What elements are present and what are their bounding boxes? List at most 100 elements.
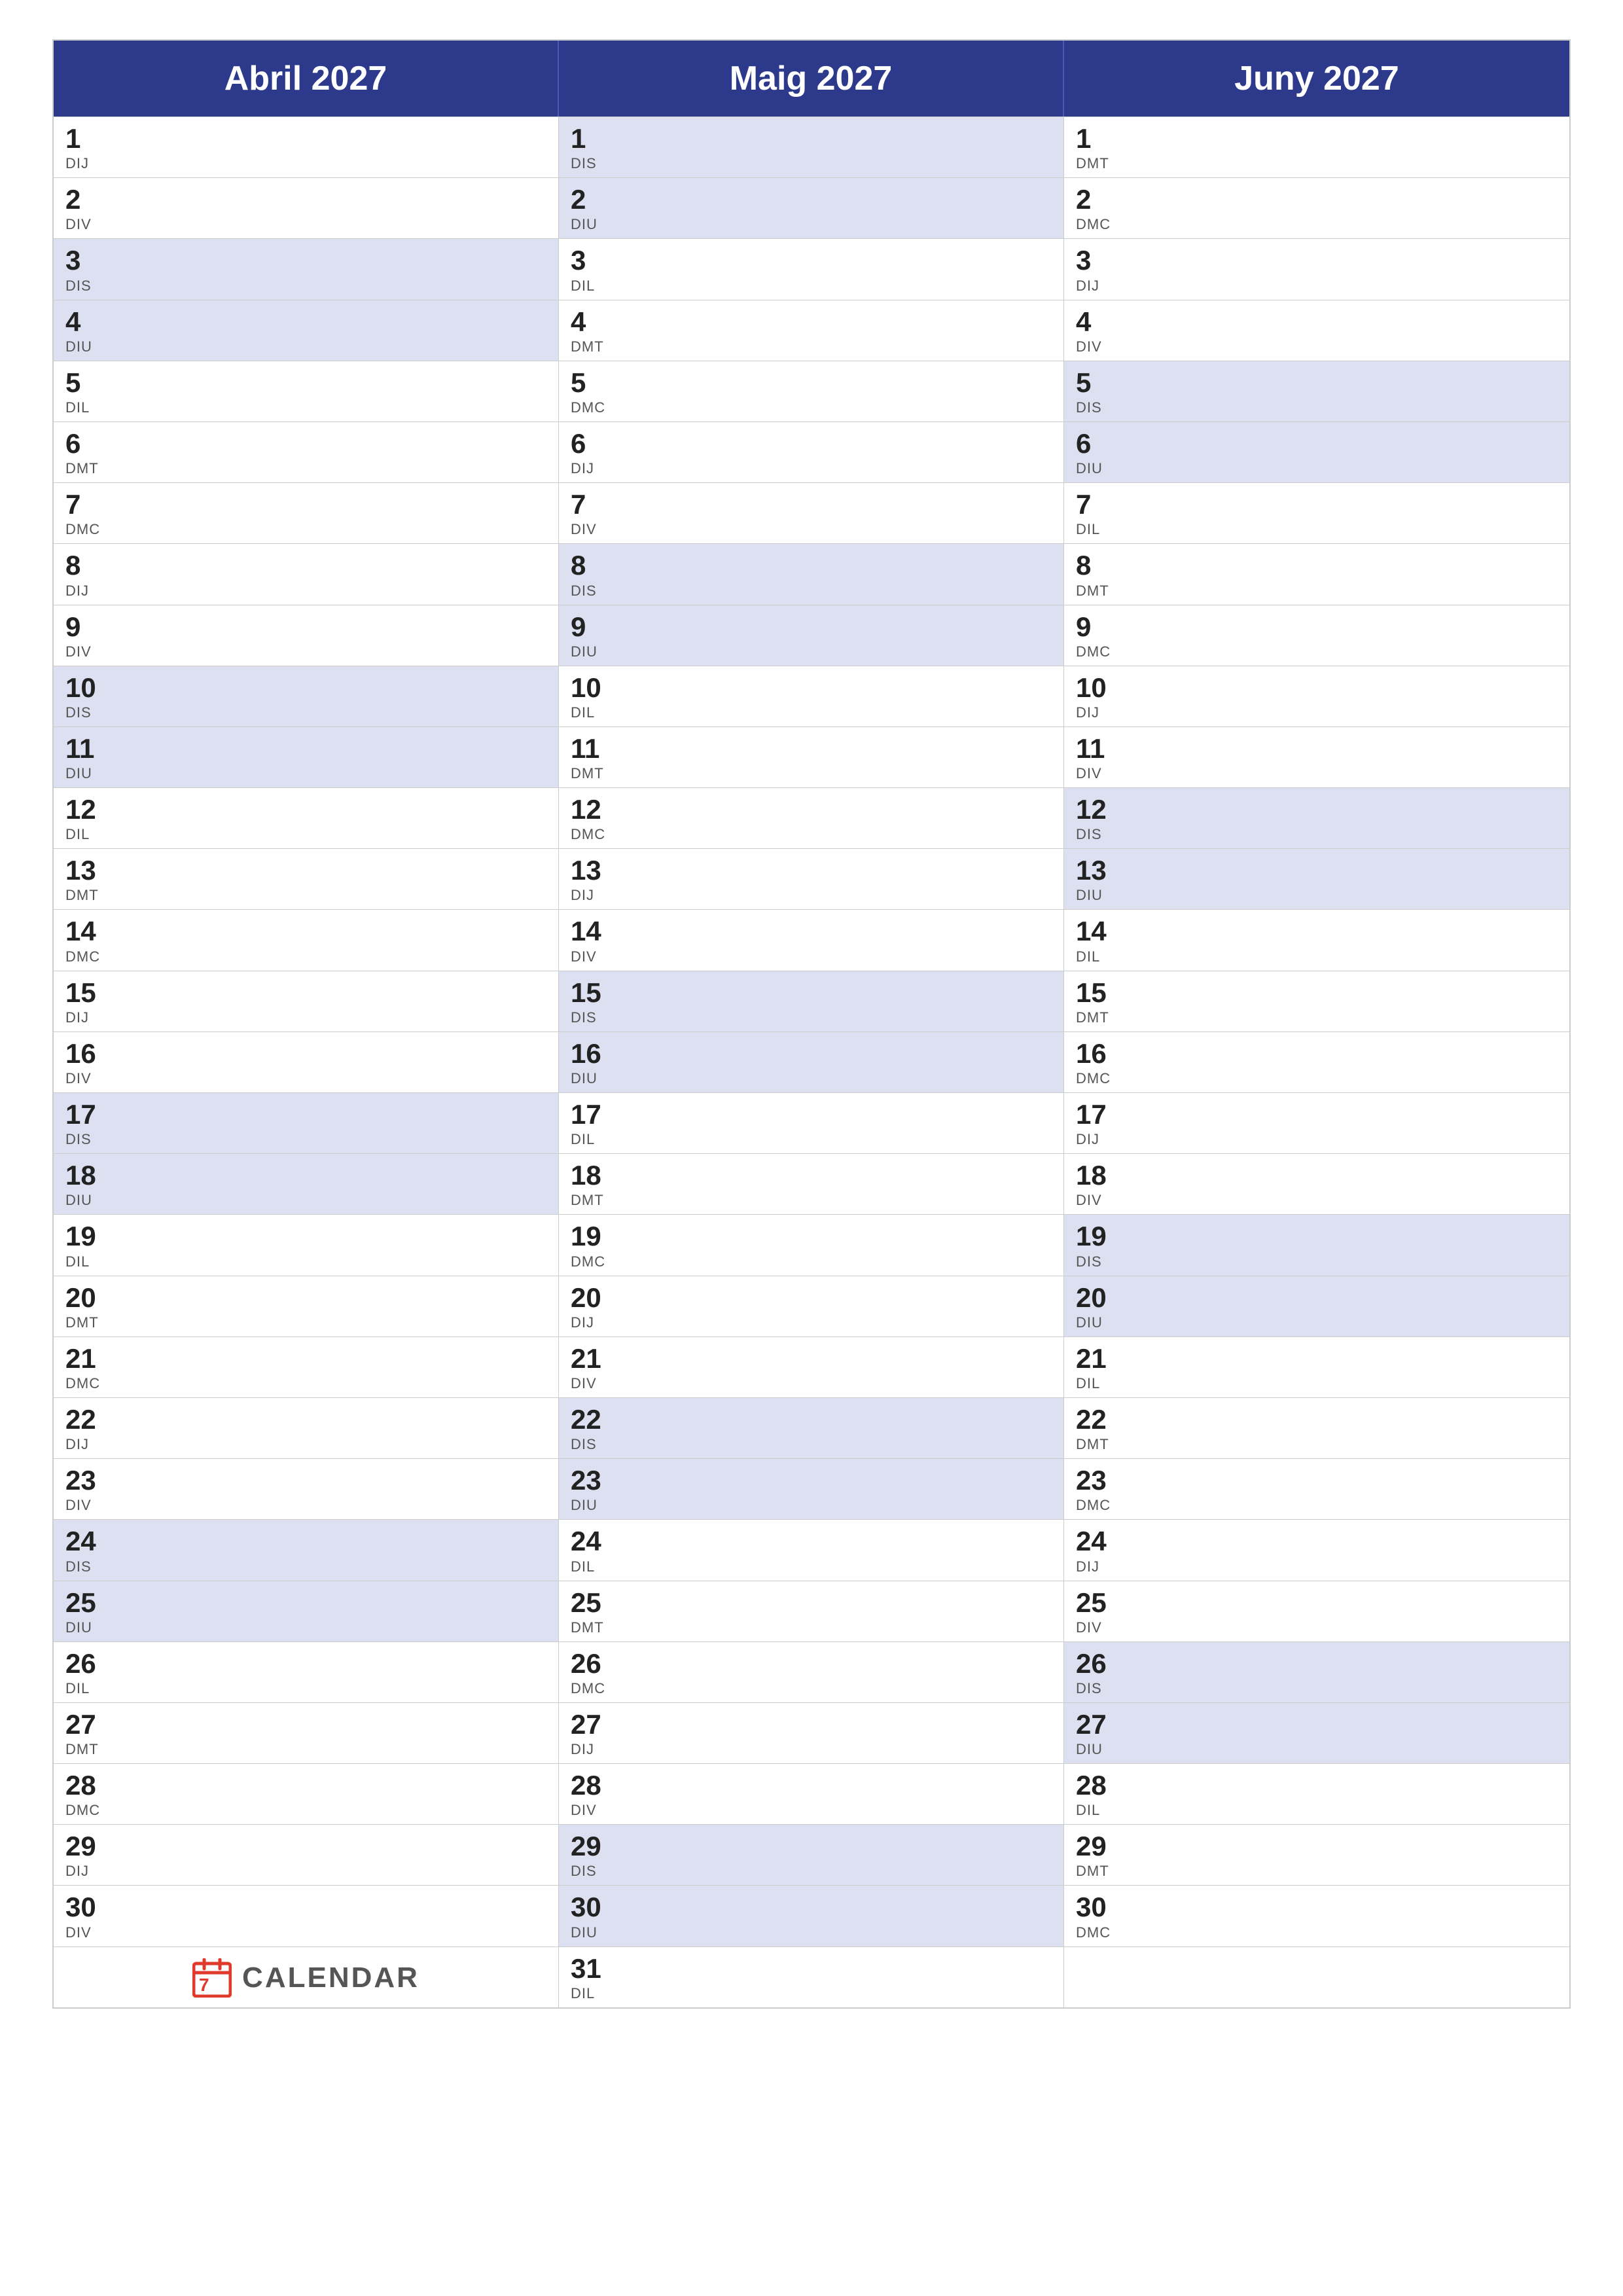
day-number: 5: [571, 368, 1052, 398]
day-label: DIU: [1076, 1741, 1558, 1758]
day-number: 19: [1076, 1221, 1558, 1251]
day-label: DMT: [65, 1741, 546, 1758]
day-label: DMT: [1076, 155, 1558, 172]
day-number: 2: [1076, 185, 1558, 215]
day-cell: 9DIV: [54, 605, 559, 666]
day-label: DMC: [1076, 643, 1558, 660]
day-cell: 16DMC: [1064, 1031, 1569, 1092]
day-cell: 17DIL: [559, 1092, 1064, 1153]
day-label: DIU: [1076, 460, 1558, 477]
day-number: 29: [1076, 1831, 1558, 1861]
day-cell: 30DMC: [1064, 1885, 1569, 1946]
day-cell: 20DMT: [54, 1276, 559, 1336]
day-cell: 28DIV: [559, 1763, 1064, 1824]
day-number: 13: [1076, 855, 1558, 886]
day-label: DIL: [571, 704, 1052, 721]
day-number: 27: [1076, 1710, 1558, 1740]
day-label: DMC: [1076, 1924, 1558, 1941]
day-number: 21: [571, 1344, 1052, 1374]
day-cell: 12DIL: [54, 787, 559, 848]
day-cell: 21DIV: [559, 1336, 1064, 1397]
day-label: DIV: [571, 948, 1052, 965]
day-cell: 23DIV: [54, 1458, 559, 1519]
day-label: DMC: [65, 948, 546, 965]
day-label: DMT: [571, 1192, 1052, 1209]
day-cell: 18DIV: [1064, 1153, 1569, 1214]
day-cell: 5DIL: [54, 361, 559, 422]
day-number: 30: [65, 1892, 546, 1922]
day-number: 22: [571, 1405, 1052, 1435]
day-number: 29: [65, 1831, 546, 1861]
day-cell: 7DIV: [559, 482, 1064, 543]
day-cell: 6DIU: [1064, 422, 1569, 482]
day-label: DMT: [65, 460, 546, 477]
day-label: DIL: [65, 399, 546, 416]
day-number: 3: [65, 245, 546, 276]
day-cell: 2DIU: [559, 177, 1064, 238]
day-cell: 27DIJ: [559, 1702, 1064, 1763]
day-cell: 10DIJ: [1064, 666, 1569, 726]
day-number: 21: [1076, 1344, 1558, 1374]
day-number: 28: [65, 1770, 546, 1801]
day-cell: 12DIS: [1064, 787, 1569, 848]
day-number: 10: [571, 673, 1052, 703]
day-number: 17: [65, 1100, 546, 1130]
day-label: DIV: [65, 1497, 546, 1514]
day-label: DMC: [65, 1802, 546, 1819]
day-cell: 21DIL: [1064, 1336, 1569, 1397]
day-cell: 10DIS: [54, 666, 559, 726]
month-header-april: Abril 2027: [54, 41, 559, 117]
day-label: DIL: [1076, 1375, 1558, 1392]
day-number: 12: [65, 795, 546, 825]
day-number: 24: [571, 1526, 1052, 1556]
day-cell: 26DIS: [1064, 1641, 1569, 1702]
day-label: DMT: [65, 1314, 546, 1331]
day-cell: 8DIJ: [54, 543, 559, 604]
days-grid: 1DIJ1DIS1DMT2DIV2DIU2DMC3DIS3DIL3DIJ4DIU…: [54, 117, 1569, 1946]
day-number: 28: [1076, 1770, 1558, 1801]
day-label: DIV: [1076, 765, 1558, 782]
day-label: DMT: [571, 338, 1052, 355]
day-label: DIJ: [571, 1741, 1052, 1758]
day-cell: 7DIL: [1064, 482, 1569, 543]
day-label: DIS: [65, 1558, 546, 1575]
day-label: DMT: [1076, 1009, 1558, 1026]
day-cell: 14DMC: [54, 909, 559, 970]
day-cell: 26DMC: [559, 1641, 1064, 1702]
day-number: 18: [571, 1160, 1052, 1191]
day-number: 28: [571, 1770, 1052, 1801]
calendar-icon: 7: [192, 1958, 232, 1998]
day-number: 9: [1076, 612, 1558, 642]
day-label: DIL: [1076, 521, 1558, 538]
day-cell: 2DMC: [1064, 177, 1569, 238]
day-label: DIS: [1076, 399, 1558, 416]
day-number: 24: [1076, 1526, 1558, 1556]
day-label: DIL: [571, 1558, 1052, 1575]
day-cell: 4DIV: [1064, 300, 1569, 361]
day-number: 13: [571, 855, 1052, 886]
day-label: DIL: [1076, 948, 1558, 965]
day-cell: 30DIU: [559, 1885, 1064, 1946]
day-cell: 30DIV: [54, 1885, 559, 1946]
day-label: DIS: [571, 1863, 1052, 1880]
day-number: 20: [571, 1283, 1052, 1313]
day-number: 1: [571, 124, 1052, 154]
day-number: 3: [1076, 245, 1558, 276]
day-cell: 24 DIL: [559, 1519, 1064, 1580]
day-number: 18: [1076, 1160, 1558, 1191]
day-number: 17: [571, 1100, 1052, 1130]
day-cell: 8DMT: [1064, 543, 1569, 604]
day-number: 12: [1076, 795, 1558, 825]
day-label: DIS: [1076, 1680, 1558, 1697]
day-label: DIV: [65, 643, 546, 660]
day-cell: 13DMT: [54, 848, 559, 909]
day-label: DIJ: [65, 155, 546, 172]
day-number: 25: [571, 1588, 1052, 1618]
day-number: 23: [571, 1465, 1052, 1496]
month-header-june: Juny 2027: [1064, 41, 1569, 117]
day-label: DIU: [65, 1619, 546, 1636]
day-label: DIU: [65, 1192, 546, 1209]
day-cell: 20DIU: [1064, 1276, 1569, 1336]
day-cell: 7DMC: [54, 482, 559, 543]
day-number: 22: [65, 1405, 546, 1435]
